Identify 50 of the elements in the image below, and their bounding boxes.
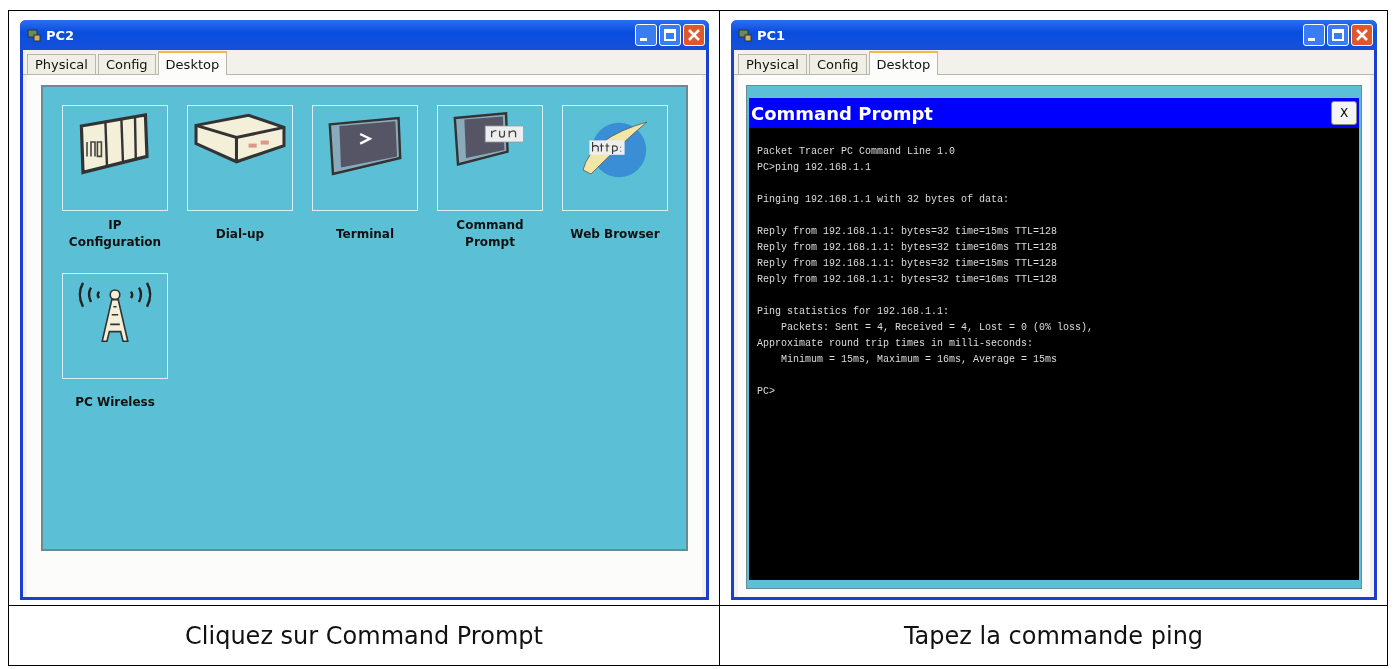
app-tile[interactable] <box>562 105 668 211</box>
app-label: PC Wireless <box>75 393 155 411</box>
minimize-button[interactable] <box>635 24 657 46</box>
close-button[interactable]: X <box>1331 101 1357 125</box>
tab[interactable]: Config <box>808 54 867 74</box>
app-label: Terminal <box>336 225 394 243</box>
app-label: IP Configuration <box>67 217 163 251</box>
console-line: Ping statistics for 192.168.1.1: <box>757 305 951 319</box>
app-label: Command Prompt <box>455 217 525 251</box>
console-line: Reply from 192.168.1.1: bytes=32 time=15ms TTL=128 <box>757 225 1059 239</box>
tab[interactable]: Desktop <box>868 51 939 75</box>
pc-icon <box>737 27 753 43</box>
close-icon <box>688 29 700 41</box>
minimize-icon <box>1307 38 1315 41</box>
pc-icon <box>26 27 42 43</box>
maximize-icon <box>664 29 676 41</box>
app-tile[interactable] <box>437 105 543 211</box>
console-line: PC>ping 192.168.1.1 <box>757 161 873 175</box>
console-line: Reply from 192.168.1.1: bytes=32 time=15ms TTL=128 <box>757 257 1059 271</box>
command-prompt-title: Command Prompt <box>751 102 933 124</box>
tab[interactable]: Physical <box>738 54 807 74</box>
console-line: Packet Tracer PC Command Line 1.0 <box>757 145 957 159</box>
close-icon <box>1356 29 1368 41</box>
app-tile[interactable] <box>62 273 168 379</box>
console-line: Reply from 192.168.1.1: bytes=32 time=16ms TTL=128 <box>757 241 1059 255</box>
maximize-button[interactable] <box>659 24 681 46</box>
app-label: Web Browser <box>570 225 660 243</box>
app-tile[interactable] <box>187 105 293 211</box>
close-button[interactable] <box>1351 24 1373 46</box>
console-line: Packets: Sent = 4, Received = 4, Lost = 0 (0% loss), <box>780 321 1095 335</box>
minimize-button[interactable] <box>1303 24 1325 46</box>
tab[interactable]: Physical <box>27 54 96 74</box>
caption: Cliquez sur Command Prompt <box>185 621 543 650</box>
maximize-icon <box>1332 29 1344 41</box>
tab[interactable]: Desktop <box>157 51 228 75</box>
maximize-button[interactable] <box>1327 24 1349 46</box>
minimize-icon <box>639 38 647 41</box>
console-line: Minimum = 15ms, Maximum = 16ms, Average = 15ms <box>780 353 1059 367</box>
console-line: Reply from 192.168.1.1: bytes=32 time=16ms TTL=128 <box>757 273 1059 287</box>
app-tile[interactable] <box>312 105 418 211</box>
caption: Tapez la commande ping <box>903 621 1204 650</box>
close-button[interactable] <box>683 24 705 46</box>
app-label: Dial-up <box>215 225 265 243</box>
window-title: PC1 <box>757 27 786 43</box>
app-tile[interactable] <box>62 105 168 211</box>
window-title: PC2 <box>46 27 75 43</box>
console-line: PC> <box>757 385 776 399</box>
console-line: Pinging 192.168.1.1 with 32 bytes of data: <box>757 193 1011 207</box>
console-line: Approximate round trip times in milli-seconds: <box>757 337 1035 351</box>
tab[interactable]: Config <box>97 54 156 74</box>
